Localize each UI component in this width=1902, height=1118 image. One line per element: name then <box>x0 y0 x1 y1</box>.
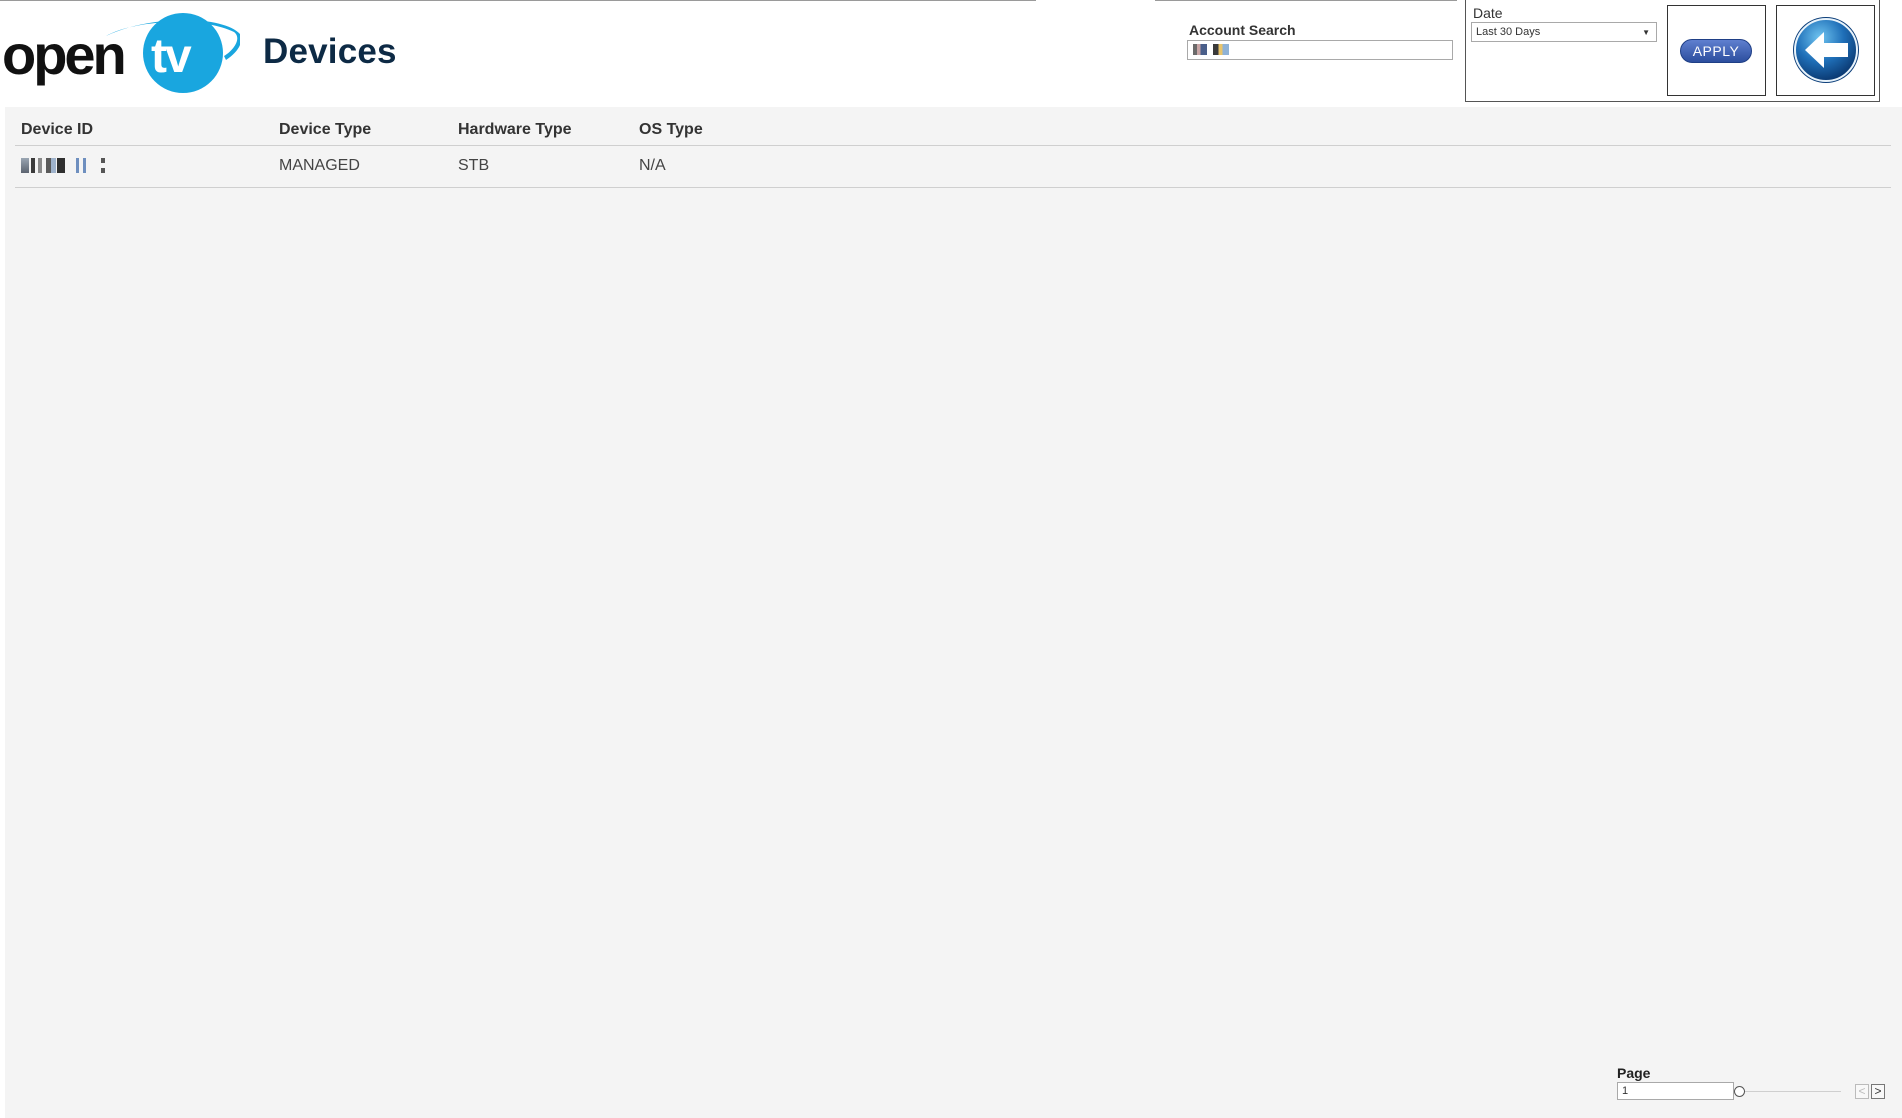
apply-button-frame: APPLY <box>1667 5 1766 96</box>
top-divider <box>0 0 1036 1</box>
date-range-value: Last 30 Days <box>1476 26 1541 38</box>
column-header-hardware-type[interactable]: Hardware Type <box>458 121 572 139</box>
column-header-device-type[interactable]: Device Type <box>279 121 371 139</box>
cell-hardware-type: STB <box>458 157 490 174</box>
svg-text:tv: tv <box>151 30 192 83</box>
redacted-value <box>1193 44 1207 55</box>
page-slider-track[interactable] <box>1741 1091 1841 1092</box>
date-range-select[interactable]: Last 30 Days ▼ <box>1471 22 1657 42</box>
next-page-button[interactable]: > <box>1871 1084 1885 1099</box>
redacted-device-id[interactable] <box>21 158 107 173</box>
back-arrow-icon[interactable] <box>1791 14 1861 86</box>
back-button-frame <box>1776 5 1875 96</box>
page-number-input[interactable]: 1 <box>1617 1082 1734 1100</box>
svg-text:open: open <box>2 23 124 86</box>
devices-grid <box>5 107 1902 1118</box>
account-search-label: Account Search <box>1189 22 1296 38</box>
opentv-logo: open tv <box>2 13 240 93</box>
top-divider <box>1155 0 1457 1</box>
redacted-value <box>1213 44 1229 55</box>
prev-page-button[interactable]: < <box>1855 1084 1869 1099</box>
page-label: Page <box>1617 1065 1651 1081</box>
header-divider <box>15 145 1891 146</box>
column-header-device-id[interactable]: Device ID <box>21 121 93 139</box>
column-header-os-type[interactable]: OS Type <box>639 121 703 139</box>
date-label: Date <box>1473 5 1503 21</box>
cell-os-type: N/A <box>639 157 666 174</box>
chevron-down-icon: ▼ <box>1642 28 1650 37</box>
app-page: open tv Devices Account Search Date Last… <box>0 0 1902 1118</box>
page-title: Devices <box>263 32 397 71</box>
apply-button[interactable]: APPLY <box>1680 39 1752 63</box>
cell-device-type: MANAGED <box>279 157 360 174</box>
row-divider <box>15 187 1891 188</box>
page-slider-thumb[interactable] <box>1734 1086 1745 1097</box>
account-search-input[interactable] <box>1187 40 1453 60</box>
